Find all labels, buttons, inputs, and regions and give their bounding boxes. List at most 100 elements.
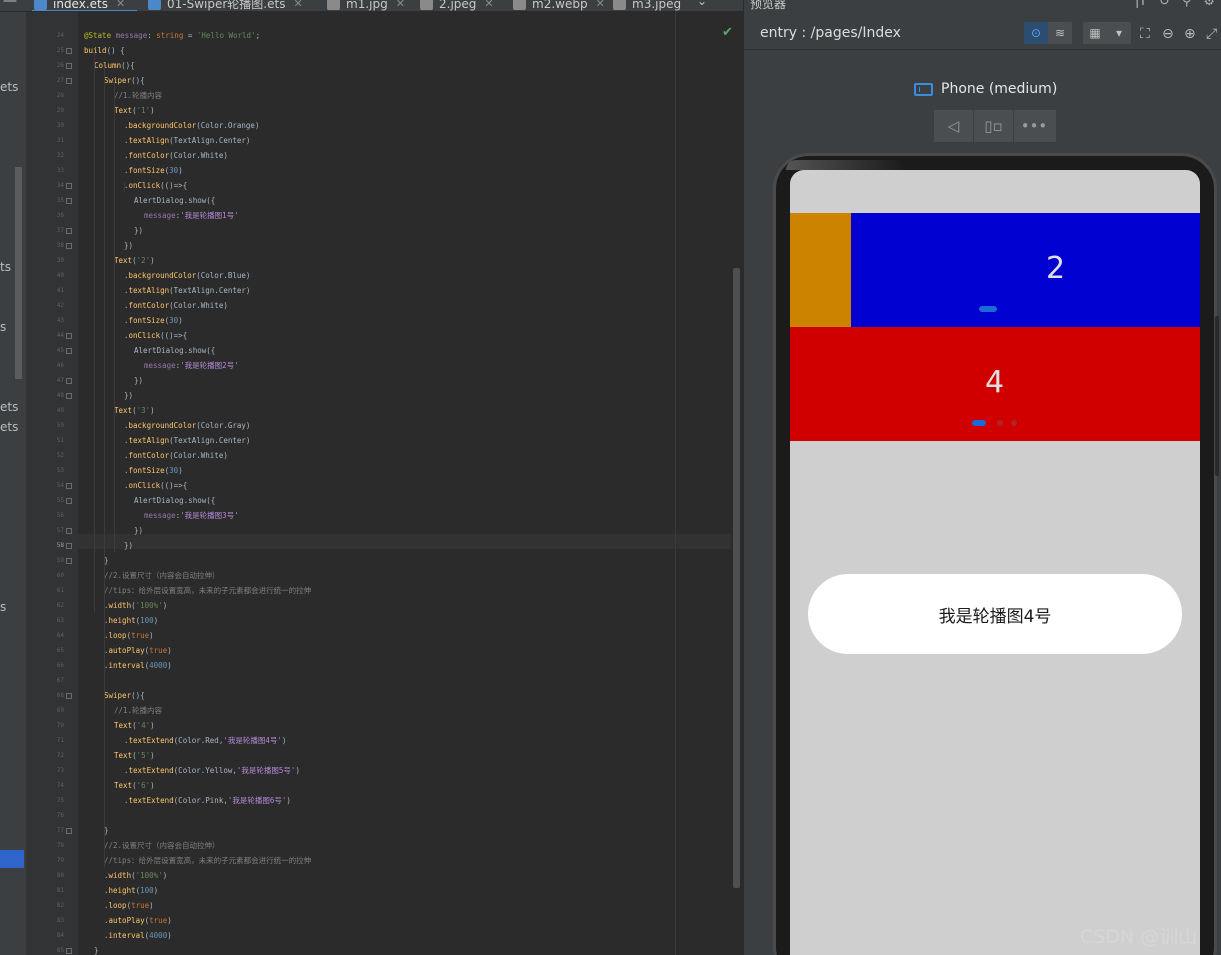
swiper-2[interactable]: 4	[790, 327, 1200, 441]
code-line[interactable]: })	[124, 391, 133, 401]
fold-marker-icon[interactable]	[66, 348, 72, 354]
code-line[interactable]: build() {	[84, 46, 125, 56]
swiper-indicator-active[interactable]	[972, 420, 986, 426]
fold-marker-icon[interactable]	[66, 483, 72, 489]
code-line[interactable]: })	[124, 541, 133, 551]
code-line[interactable]: Text('6')	[114, 781, 155, 791]
code-line[interactable]: .fontSize(30)	[124, 316, 183, 326]
swiper-indicator-dot[interactable]	[1011, 420, 1017, 426]
code-line[interactable]: .loop(true)	[104, 901, 154, 911]
swiper-slide-2[interactable]	[851, 213, 1200, 327]
code-line[interactable]: .autoPlay(true)	[104, 646, 172, 656]
code-line[interactable]: .fontColor(Color.White)	[124, 151, 228, 161]
code-line[interactable]: //tips：给外层设置宽高，未来的子元素都会进行统一的拉伸	[104, 586, 311, 596]
code-line[interactable]: .width('100%')	[104, 871, 167, 881]
code-line[interactable]: AlertDialog.show({	[134, 196, 215, 206]
fold-marker-icon[interactable]	[66, 198, 72, 204]
code-line[interactable]: Text('2')	[114, 256, 155, 266]
code-line[interactable]: .onClick(()=>{	[124, 481, 187, 491]
zoom-in-icon[interactable]: ⊕	[1184, 26, 1196, 42]
code-line[interactable]: .backgroundColor(Color.Blue)	[124, 271, 250, 281]
layers-icon[interactable]: ≋	[1048, 22, 1072, 44]
fold-marker-icon[interactable]	[66, 558, 72, 564]
fold-marker-icon[interactable]	[66, 228, 72, 234]
code-line[interactable]: .autoPlay(true)	[104, 916, 172, 926]
code-line[interactable]: }	[94, 946, 99, 955]
close-icon[interactable]: ✕	[396, 0, 405, 10]
project-item[interactable]: ets	[0, 400, 18, 414]
code-line[interactable]: .textExtend(Color.Red,'我是轮播图4号')	[124, 736, 286, 746]
code-line[interactable]: .interval(4000)	[104, 661, 172, 671]
code-line[interactable]: Text('4')	[114, 721, 155, 731]
code-line[interactable]: .height(100)	[104, 616, 158, 626]
code-line[interactable]: .textExtend(Color.Yellow,'我是轮播图5号')	[124, 766, 300, 776]
code-line[interactable]: .fontColor(Color.White)	[124, 451, 228, 461]
fold-marker-icon[interactable]	[66, 393, 72, 399]
code-line[interactable]: .textAlign(TextAlign.Center)	[124, 136, 250, 146]
swiper-indicator-dot[interactable]	[997, 420, 1003, 426]
code-line[interactable]: //1.轮播内容	[114, 706, 162, 716]
fit-screen-icon[interactable]: ⛶	[1140, 26, 1150, 42]
fold-marker-icon[interactable]	[66, 63, 72, 69]
code-line[interactable]: //1.轮播内容	[114, 91, 162, 101]
multi-device-icon[interactable]: ▦	[1083, 22, 1107, 44]
code-line[interactable]: .backgroundColor(Color.Gray)	[124, 421, 250, 431]
close-icon[interactable]: ✕	[293, 0, 302, 10]
code-line[interactable]: .width('100%')	[104, 601, 167, 611]
phone-screen[interactable]: 2 4 我是轮播图4号	[790, 170, 1200, 955]
code-line[interactable]: AlertDialog.show({	[134, 346, 215, 356]
zoom-out-icon[interactable]: ⊖	[1162, 26, 1174, 42]
code-line[interactable]: })	[124, 241, 133, 251]
code-line[interactable]: .backgroundColor(Color.Orange)	[124, 121, 259, 131]
code-line[interactable]: AlertDialog.show({	[134, 496, 215, 506]
alert-toast[interactable]: 我是轮播图4号	[808, 574, 1182, 654]
editor-scrollbar[interactable]	[733, 268, 740, 888]
fold-marker-icon[interactable]	[66, 498, 72, 504]
swiper-indicator-active[interactable]	[979, 306, 997, 312]
code-line[interactable]: Text('3')	[114, 406, 155, 416]
tab-m1-jpg[interactable]: m1.jpg ✕	[327, 0, 405, 11]
selected-project-item[interactable]	[0, 850, 24, 868]
tab-m2-webp[interactable]: m2.webp ✕	[513, 0, 605, 11]
code-line[interactable]: .textAlign(TextAlign.Center)	[124, 286, 250, 296]
code-line[interactable]: message:'我是轮播图3号'	[144, 511, 239, 521]
tab-swiper-ets[interactable]: 01-Swiper轮播图.ets ✕	[148, 0, 303, 11]
code-line[interactable]: Text('5')	[114, 751, 155, 761]
inspection-ok-icon[interactable]: ✔	[722, 25, 733, 40]
close-icon[interactable]: ✕	[596, 0, 605, 10]
refresh-icon[interactable]: ↻	[1159, 0, 1170, 9]
fold-marker-icon[interactable]	[66, 543, 72, 549]
code-line[interactable]: .height(100)	[104, 886, 158, 896]
code-editor[interactable]: @State message: string = 'Hello World'; b…	[78, 12, 731, 955]
project-item[interactable]: s	[0, 320, 6, 334]
inspector-icon[interactable]: ⊙	[1024, 22, 1048, 44]
code-line[interactable]: .onClick(()=>{	[124, 331, 187, 341]
fold-marker-icon[interactable]	[66, 828, 72, 834]
back-icon[interactable]: ◁	[934, 110, 974, 142]
tab-m3-jpeg[interactable]: m3.jpeg	[613, 0, 681, 11]
code-line[interactable]: .fontColor(Color.White)	[124, 301, 228, 311]
code-line[interactable]: Swiper(){	[104, 691, 145, 701]
code-line[interactable]: })	[134, 526, 143, 536]
code-line[interactable]: .onClick(()=>{	[124, 181, 187, 191]
code-line[interactable]: .fontSize(30)	[124, 166, 183, 176]
code-line[interactable]: .interval(4000)	[104, 931, 172, 941]
device-selector[interactable]: Phone (medium)	[914, 81, 1057, 97]
code-line[interactable]: Text('1')	[114, 106, 155, 116]
gear-icon[interactable]: ⚙	[1203, 0, 1215, 9]
font-size-icon[interactable]: ꞁT	[1135, 0, 1147, 9]
code-line[interactable]: .textExtend(Color.Pink,'我是轮播图6号')	[124, 796, 291, 806]
project-item[interactable]: s	[0, 600, 6, 614]
chevron-down-icon[interactable]: ⌄	[697, 0, 707, 8]
fold-marker-icon[interactable]	[66, 183, 72, 189]
code-line[interactable]: })	[134, 226, 143, 236]
pin-icon[interactable]: ⚲	[1182, 0, 1192, 9]
chevron-down-icon[interactable]: ▾	[1107, 22, 1131, 44]
project-item[interactable]: ets	[0, 80, 18, 94]
code-line[interactable]: //2.设置尺寸（内容会自动拉伸）	[104, 841, 220, 851]
code-line[interactable]: //tips：给外层设置宽高，未来的子元素都会进行统一的拉伸	[104, 856, 311, 866]
fold-marker-icon[interactable]	[66, 243, 72, 249]
fold-marker-icon[interactable]	[66, 693, 72, 699]
code-line[interactable]: Column(){	[94, 61, 135, 71]
project-item[interactable]: ets	[0, 420, 18, 434]
